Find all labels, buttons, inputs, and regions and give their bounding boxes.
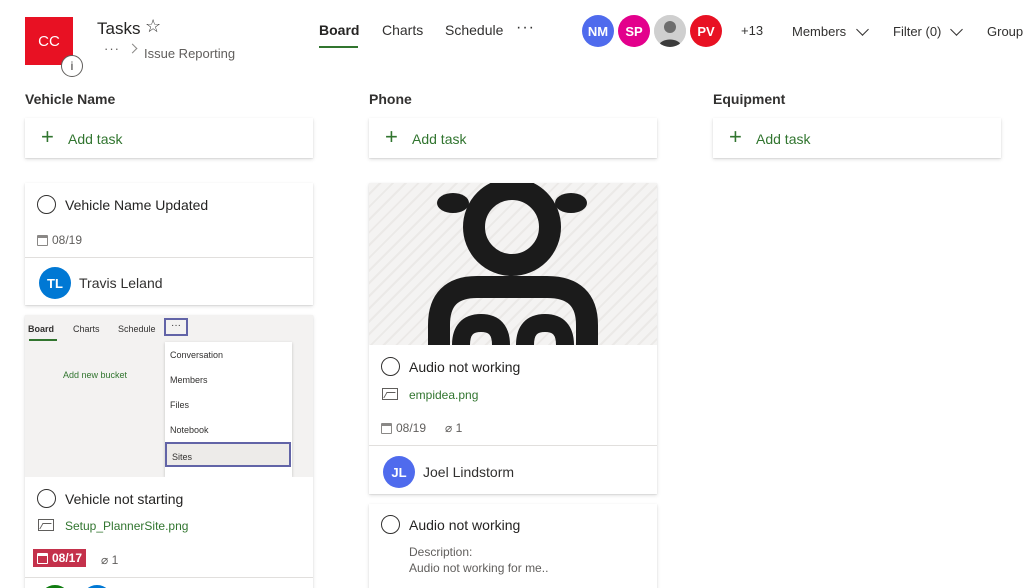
breadcrumb-label[interactable]: Issue Reporting [144, 46, 235, 61]
card-divider [25, 257, 313, 258]
task-card[interactable]: Audio not working empidea.png 08/19 ⌀ 1 … [369, 183, 657, 494]
task-card[interactable]: Board Charts Schedule ··· Add new bucket… [25, 315, 313, 588]
preview-menu-item: Notebook [170, 425, 209, 435]
complete-checkbox[interactable] [381, 357, 400, 376]
add-task-button[interactable]: + Add task [25, 118, 313, 158]
image-icon [38, 519, 54, 531]
filter-dropdown[interactable]: Filter (0) [893, 24, 941, 39]
tab-active-indicator [319, 46, 358, 48]
attachment-count: ⌀ 1 [445, 421, 462, 435]
task-title: Vehicle not starting [65, 491, 184, 507]
assignee-name: Travis Leland [79, 275, 163, 291]
description-text: Audio not working for me.. [409, 561, 549, 575]
complete-checkbox[interactable] [37, 195, 56, 214]
group-dropdown[interactable]: Group [987, 24, 1023, 39]
plus-icon: + [41, 124, 54, 149]
card-divider [369, 445, 657, 446]
assignee-avatar[interactable]: JL [383, 456, 415, 488]
calendar-icon [37, 552, 48, 564]
add-task-label: Add task [68, 131, 123, 147]
paperclip-icon: ⌀ [445, 421, 453, 435]
preview-tab-charts: Charts [73, 324, 100, 334]
plan-title: Tasks [97, 19, 141, 38]
calendar-icon [381, 422, 392, 434]
preview-menu: Conversation Members Files Notebook Site… [165, 342, 292, 477]
attachment-count: ⌀ 1 [101, 553, 118, 567]
complete-checkbox[interactable] [381, 515, 400, 534]
add-task-button[interactable]: + Add task [369, 118, 657, 158]
member-avatar[interactable]: NM [582, 15, 614, 47]
plus-icon: + [385, 124, 398, 149]
bucket-title[interactable]: Equipment [713, 91, 785, 107]
add-task-label: Add task [412, 131, 467, 147]
tab-more-icon[interactable]: ··· [516, 19, 535, 37]
preview-menu-item-highlighted: Sites [165, 442, 291, 467]
member-avatar[interactable]: SP [618, 15, 650, 47]
preview-menu-item: Files [170, 400, 190, 410]
due-date-text: 08/19 [52, 233, 83, 247]
due-date-text: 08/19 [396, 421, 427, 435]
preview-tab-indicator [29, 339, 57, 341]
chevron-down-icon[interactable] [950, 23, 963, 36]
attachment-link[interactable]: Setup_PlannerSite.png [65, 519, 188, 533]
tab-board[interactable]: Board [319, 22, 359, 38]
person-photo-icon [654, 15, 686, 47]
task-title: Vehicle Name Updated [65, 197, 209, 213]
preview-tab-board: Board [28, 324, 55, 334]
assignee-name: Joel Lindstorm [423, 464, 515, 480]
breadcrumb-more-icon[interactable]: ··· [104, 41, 120, 56]
due-date: 08/19 [381, 421, 426, 435]
person-silhouette-icon [428, 183, 598, 345]
complete-checkbox[interactable] [37, 489, 56, 508]
chevron-down-icon[interactable] [856, 23, 869, 36]
due-date-overdue: 08/17 [33, 549, 87, 567]
attachment-preview[interactable] [369, 183, 657, 345]
due-date: 08/19 [37, 233, 82, 247]
paperclip-icon: ⌀ [101, 553, 109, 567]
plus-icon: + [729, 124, 742, 149]
task-card[interactable]: Audio not working Description: Audio not… [369, 504, 657, 588]
member-photo-avatar[interactable] [654, 15, 686, 47]
attachment-preview[interactable]: Board Charts Schedule ··· Add new bucket… [25, 315, 313, 477]
preview-menu-item: Members [170, 375, 208, 385]
extra-members-count[interactable]: +13 [741, 23, 763, 38]
info-icon[interactable]: i [61, 55, 83, 77]
bucket-title[interactable]: Phone [369, 91, 412, 107]
preview-more-icon: ··· [164, 318, 188, 336]
bucket-title[interactable]: Vehicle Name [25, 91, 115, 107]
attachment-link[interactable]: empidea.png [409, 388, 478, 402]
add-task-button[interactable]: + Add task [713, 118, 1001, 158]
preview-tab-schedule: Schedule [118, 324, 156, 334]
card-divider [25, 577, 313, 578]
favorite-star-icon[interactable]: ☆ [145, 16, 161, 37]
calendar-icon [37, 234, 48, 246]
task-title: Audio not working [409, 517, 521, 533]
preview-add-bucket: Add new bucket [63, 370, 128, 380]
member-avatar[interactable]: PV [690, 15, 722, 47]
tab-schedule[interactable]: Schedule [445, 22, 503, 38]
assignee-avatar[interactable]: TL [39, 267, 71, 299]
task-card[interactable]: Vehicle Name Updated 08/19 TL Travis Lel… [25, 183, 313, 305]
description-label: Description: [409, 545, 473, 559]
attachment-count-text: 1 [455, 421, 463, 435]
breadcrumb-chevron-icon [127, 43, 138, 54]
members-dropdown[interactable]: Members [792, 24, 846, 39]
image-icon [382, 388, 398, 400]
task-title: Audio not working [409, 359, 521, 375]
attachment-count-text: 1 [111, 553, 119, 567]
due-date-text: 08/17 [52, 551, 83, 565]
tab-charts[interactable]: Charts [382, 22, 423, 38]
preview-menu-item: Conversation [170, 350, 224, 360]
add-task-label: Add task [756, 131, 811, 147]
